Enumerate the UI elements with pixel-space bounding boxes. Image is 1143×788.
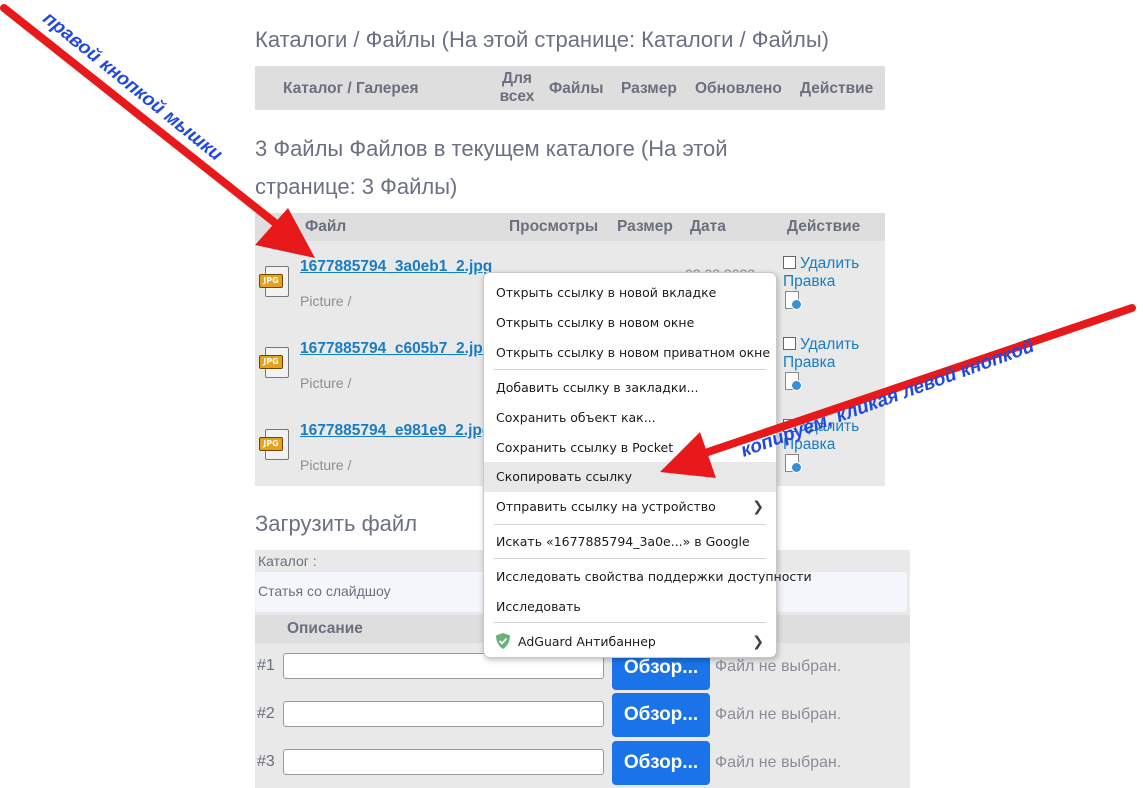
- catalog-label: Каталог :: [258, 553, 317, 569]
- file-properties-icon[interactable]: [783, 291, 803, 311]
- upload-row-number: #2: [257, 705, 275, 722]
- col-description: Описание: [287, 620, 363, 637]
- col-size: Размер: [617, 218, 673, 235]
- upload-row-number: #1: [257, 657, 275, 674]
- adguard-shield-icon: [496, 633, 510, 649]
- col-action: Действие: [787, 218, 861, 235]
- jpg-file-icon: JPG: [259, 429, 289, 461]
- col-files: Файлы: [549, 80, 604, 97]
- delete-option[interactable]: Удалить: [783, 255, 859, 273]
- menu-separator: [494, 558, 766, 559]
- catalogs-table-header: Каталог / Галерея Для всех Файлы Размер …: [255, 66, 885, 110]
- jpg-file-icon: JPG: [259, 347, 289, 379]
- file-status: Файл не выбран.: [715, 754, 842, 771]
- menu-open-new-window[interactable]: Открыть ссылку в новом окне: [484, 308, 776, 338]
- files-table-header: Файл Просмотры Размер Дата Действие: [255, 213, 885, 241]
- menu-adguard[interactable]: AdGuard Антибаннер ❯: [484, 627, 776, 657]
- edit-link[interactable]: Правка: [783, 354, 835, 372]
- edit-link[interactable]: Правка: [783, 273, 835, 291]
- file-status: Файл не выбран.: [715, 658, 842, 675]
- file-meta: Picture /: [300, 293, 352, 309]
- menu-save-to-pocket[interactable]: Сохранить ссылку в Pocket: [484, 433, 776, 463]
- col-size: Размер: [621, 80, 677, 97]
- menu-inspect[interactable]: Исследовать: [484, 592, 776, 622]
- col-updated: Обновлено: [695, 80, 782, 97]
- file-link[interactable]: 1677885794_3a0eb1_2.jpg: [300, 258, 492, 276]
- upload-row-number: #3: [257, 753, 275, 770]
- upload-title: Загрузить файл: [255, 511, 418, 536]
- file-properties-icon[interactable]: [783, 372, 803, 392]
- file-link[interactable]: 1677885794_c605b7_2.jp: [300, 340, 483, 358]
- annotation-right-click: правой кнопкой мышки: [38, 8, 227, 166]
- menu-send-to-device[interactable]: Отправить ссылку на устройство ❯: [484, 492, 776, 522]
- delete-checkbox[interactable]: [783, 256, 796, 269]
- col-action: Действие: [800, 80, 874, 97]
- files-title: 3 Файлы Файлов в текущем каталоге (На эт…: [255, 136, 728, 199]
- col-catalog-gallery: Каталог / Галерея: [283, 80, 419, 97]
- file-meta: Picture /: [300, 457, 352, 473]
- file-link[interactable]: 1677885794_e981e9_2.jpg: [300, 422, 491, 440]
- jpg-file-icon: JPG: [259, 266, 289, 298]
- catalogs-title: Каталоги / Файлы (На этой странице: Ката…: [255, 27, 830, 52]
- menu-separator: [494, 369, 766, 370]
- col-date: Дата: [690, 218, 726, 235]
- description-input[interactable]: [283, 749, 604, 775]
- file-properties-icon[interactable]: [783, 454, 803, 474]
- col-views: Просмотры: [509, 218, 599, 235]
- delete-option[interactable]: Удалить: [783, 336, 859, 354]
- col-for-all: Для всех: [499, 70, 535, 105]
- chevron-right-icon: ❯: [752, 634, 764, 650]
- menu-separator: [494, 622, 766, 623]
- file-meta: Picture /: [300, 375, 352, 391]
- chevron-right-icon: ❯: [752, 499, 764, 515]
- menu-open-new-tab[interactable]: Открыть ссылку в новой вкладке: [484, 278, 776, 308]
- col-file: Файл: [305, 218, 347, 235]
- menu-bookmark-link[interactable]: Добавить ссылку в закладки...: [484, 373, 776, 403]
- menu-search-google[interactable]: Искать «1677885794_3a0e...» в Google: [484, 527, 776, 557]
- menu-inspect-accessibility[interactable]: Исследовать свойства поддержки доступнос…: [484, 562, 812, 592]
- description-input[interactable]: [283, 701, 604, 727]
- browse-button[interactable]: Обзор...: [612, 741, 710, 785]
- menu-copy-link[interactable]: Скопировать ссылку: [484, 462, 776, 492]
- menu-open-private-window[interactable]: Открыть ссылку в новом приватном окне: [484, 338, 776, 368]
- file-status: Файл не выбран.: [715, 706, 842, 723]
- browse-button[interactable]: Обзор...: [612, 693, 710, 737]
- delete-checkbox[interactable]: [783, 337, 796, 350]
- menu-separator: [494, 524, 766, 525]
- context-menu: Открыть ссылку в новой вкладке Открыть с…: [483, 272, 812, 658]
- menu-save-object[interactable]: Сохранить объект как...: [484, 403, 776, 433]
